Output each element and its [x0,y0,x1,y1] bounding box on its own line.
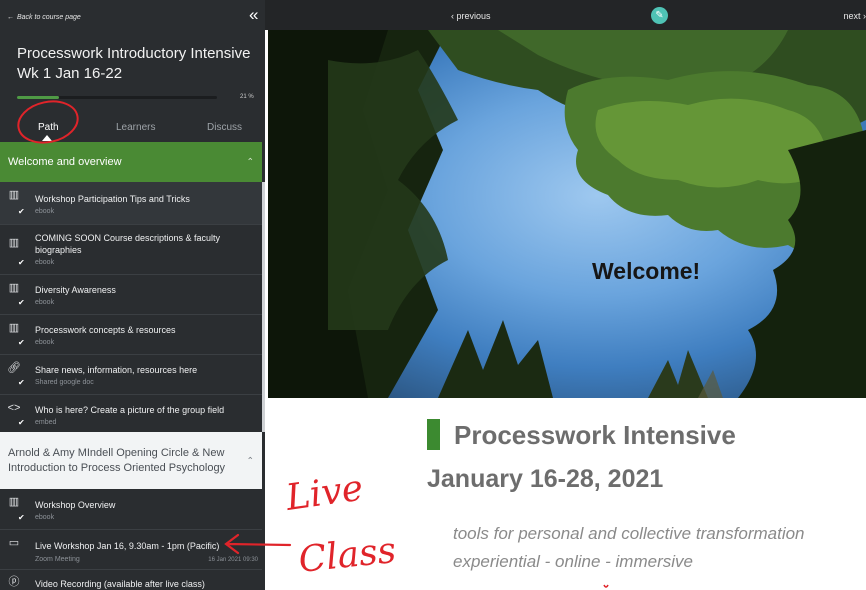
page-heading: Processwork Intensive [454,420,736,450]
section-title: Welcome and overview [8,155,122,168]
course-progress-fill [17,96,59,99]
video-icon: ▭ [8,537,20,549]
lesson-type: Shared google doc [35,379,94,386]
play-circle-icon: ⓟ [8,576,20,588]
tab-learners[interactable]: Learners [116,122,155,133]
hero-welcome-text: Welcome! [592,258,701,284]
lesson-item[interactable]: ⓟ Video Recording (available after live … [0,569,262,590]
course-title: Processwork Introductory Intensive Wk 1 … [17,45,251,82]
lesson-title: Live Workshop Jan 16, 9.30am - 1pm (Paci… [35,541,220,551]
sidebar-header: ← Back to course page « Processwork Intr… [0,0,265,142]
lesson-title: Diversity Awareness [35,285,116,295]
checkmark-icon: ✔ [18,378,25,387]
book-icon: ▥ [8,496,20,508]
active-tab-caret [42,135,52,141]
lesson-type: ebook [35,259,55,266]
checkmark-icon: ✔ [18,298,25,307]
chevron-up-icon: ⌃ [246,455,254,465]
sidebar-tabs: Path Learners Discuss [0,118,265,142]
mark-annotation [603,584,609,588]
lesson-title: Video Recording (available after live cl… [35,579,205,589]
lesson-item[interactable]: ▥ Processwork concepts & resources ✔ ebo… [0,314,262,354]
checkmark-icon: ✔ [18,338,25,347]
lesson-title: Processwork concepts & resources [35,325,176,335]
lesson-type: ebook [35,339,55,346]
book-icon: ▥ [8,322,20,334]
section-header-opening-circle[interactable]: Arnold & Amy MIndell Opening Circle & Ne… [0,432,262,489]
lesson-item[interactable]: ▥ COMING SOON Course descriptions & facu… [0,224,262,274]
heading-accent-bar [427,419,440,450]
back-link-label: Back to course page [17,14,81,21]
lesson-item[interactable]: 🔗︎ Share news, information, resources he… [0,354,262,394]
lesson-item[interactable]: ▥ Workshop Overview ✔ ebook [0,489,262,529]
lesson-item[interactable]: ▥ Workshop Participation Tips and Tricks… [0,182,262,224]
lesson-title: Share news, information, resources here [35,365,198,375]
hero-image [268,30,866,398]
lesson-navbar: ‹ previous ✎ next › [265,0,866,30]
edit-button[interactable]: ✎ [651,7,668,24]
book-icon: ▥ [8,189,20,201]
lesson-date: 16 Jan 2021 09:30 [208,557,258,563]
link-icon: 🔗︎ [7,362,21,374]
collapse-sidebar-button[interactable]: « [249,6,258,23]
class-annotation-text: Class [297,530,398,581]
code-icon: <> [7,402,21,414]
lesson-title: Workshop Participation Tips and Tricks [35,194,190,204]
lesson-title: COMING SOON Course descriptions & facult… [35,233,221,255]
lesson-item[interactable]: ▥ Diversity Awareness ✔ ebook [0,274,262,314]
tagline-line-2: experiential - online - immersive [453,552,693,571]
sidebar-scrollbar[interactable] [262,182,265,432]
back-to-course-link[interactable]: ← Back to course page [7,14,81,21]
next-link[interactable]: next › [843,11,866,21]
book-icon: ▥ [8,282,20,294]
double-chevron-left-icon: « [249,5,259,24]
pencil-icon: ✎ [655,10,664,21]
checkmark-icon: ✔ [18,513,25,522]
app: ← Back to course page « Processwork Intr… [0,0,866,590]
section-title: Arnold & Amy MIndell Opening Circle & Ne… [8,446,226,474]
lesson-type: ebook [35,208,55,215]
checkmark-icon: ✔ [18,207,25,216]
course-progress-bar [17,96,217,99]
section-header-welcome[interactable]: Welcome and overview ⌃ [0,142,262,182]
checkmark-icon: ✔ [18,418,25,427]
tree-canopy-illustration [268,30,866,398]
lesson-type: ebook [35,514,55,521]
course-progress-label: 21 % [240,94,254,100]
lesson-title: Who is here? Create a picture of the gro… [35,405,225,415]
tab-discuss[interactable]: Discuss [207,122,242,133]
lesson-type: embed [35,419,57,426]
lesson-title: Workshop Overview [35,500,116,510]
chevron-up-icon: ⌃ [246,156,254,167]
course-sidebar: ← Back to course page « Processwork Intr… [0,0,265,590]
live-annotation-text: Live [283,468,366,519]
page-dates: January 16-28, 2021 [427,465,664,493]
lesson-type: ebook [35,299,55,306]
lesson-item[interactable]: <> Who is here? Create a picture of the … [0,394,262,432]
tab-path[interactable]: Path [38,122,59,133]
book-icon: ▥ [8,237,20,249]
tagline-line-1: tools for personal and collective transf… [453,524,805,543]
lesson-type: Zoom Meeting [35,556,80,563]
checkmark-icon: ✔ [18,258,25,267]
previous-link[interactable]: ‹ previous [451,11,491,21]
lesson-item[interactable]: ▭ Live Workshop Jan 16, 9.30am - 1pm (Pa… [0,529,262,569]
arrow-left-icon: ← [7,14,14,21]
